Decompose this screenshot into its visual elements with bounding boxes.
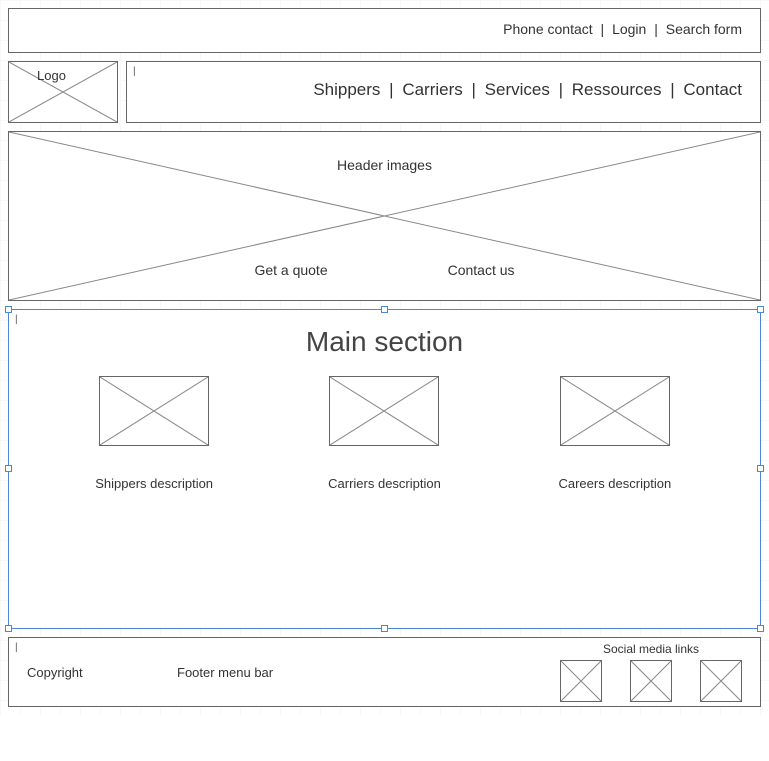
separator: | [601,21,605,37]
footer: | Copyright Footer menu bar Social media… [8,637,761,707]
column-shippers: Shippers description [74,376,234,491]
header-cta-row: Get a quote Contact us [9,262,760,278]
selection-handle[interactable] [757,306,764,313]
social-icon-placeholder[interactable] [630,660,672,702]
nav-carriers[interactable]: Carriers [402,80,462,99]
image-placeholder [329,376,439,446]
main-section-frame[interactable]: | Main section Shippers description Carr… [8,309,761,629]
nav-contact[interactable]: Contact [683,80,742,99]
cursor-mark-icon: | [133,66,136,77]
header-image-placeholder: Header images Get a quote Contact us [8,131,761,301]
column-carriers: Carriers description [304,376,464,491]
column-careers: Careers description [535,376,695,491]
careers-description-label: Careers description [535,476,695,491]
login-link[interactable]: Login [612,21,646,37]
selection-handle[interactable] [381,625,388,632]
selection-handle[interactable] [381,306,388,313]
selection-handle[interactable] [757,465,764,472]
social-media-block: Social media links [560,642,742,702]
main-section-title: Main section [9,326,760,358]
shippers-description-label: Shippers description [74,476,234,491]
nav-services[interactable]: Services [485,80,550,99]
selection-handle[interactable] [5,625,12,632]
top-utility-bar: Phone contact | Login | Search form [8,8,761,53]
social-icon-placeholder[interactable] [560,660,602,702]
phone-contact-link[interactable]: Phone contact [503,21,593,37]
selection-handle[interactable] [5,465,12,472]
image-placeholder [99,376,209,446]
social-icon-placeholder[interactable] [700,660,742,702]
get-a-quote-button[interactable]: Get a quote [254,262,327,278]
logo-placeholder[interactable]: Logo [8,61,118,123]
social-media-label: Social media links [560,642,742,656]
separator: | [670,80,674,99]
header-images-label: Header images [337,157,432,173]
nav-shippers[interactable]: Shippers [313,80,380,99]
contact-us-button[interactable]: Contact us [448,262,515,278]
main-columns: Shippers description Carriers descriptio… [9,376,760,491]
separator: | [654,21,658,37]
main-nav: | Shippers | Carriers | Services | Resso… [126,61,761,123]
footer-menu-label: Footer menu bar [177,665,273,680]
separator: | [559,80,563,99]
image-placeholder [560,376,670,446]
separator: | [389,80,393,99]
nav-resources[interactable]: Ressources [572,80,662,99]
copyright-label: Copyright [27,665,177,680]
selection-handle[interactable] [757,625,764,632]
search-form-link[interactable]: Search form [666,21,742,37]
logo-label: Logo [37,68,66,83]
selection-handle[interactable] [5,306,12,313]
separator: | [472,80,476,99]
carriers-description-label: Carriers description [304,476,464,491]
social-icons-row [560,660,742,702]
cursor-mark-icon: | [15,642,18,653]
nav-row: Logo | Shippers | Carriers | Services | … [8,61,761,123]
cursor-mark-icon: | [15,314,18,325]
